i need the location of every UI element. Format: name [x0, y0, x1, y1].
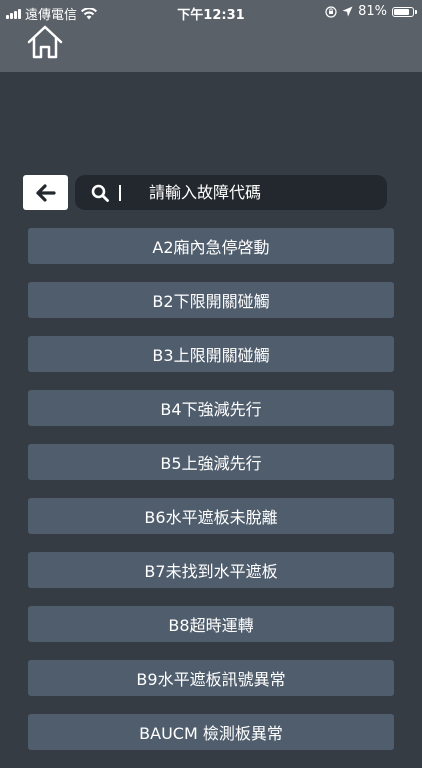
home-icon: [27, 25, 63, 59]
fault-code-item[interactable]: B7未找到水平遮板: [28, 552, 394, 588]
search-box[interactable]: [75, 175, 387, 210]
fault-code-list: A2廂內急停啓動 B2下限開關碰觸 B3上限開關碰觸 B4下強減先行 B5上強減先行 B6…: [28, 228, 394, 768]
search-icon: [91, 184, 109, 202]
search-input[interactable]: [149, 183, 369, 202]
fault-code-item[interactable]: B3上限開關碰觸: [28, 336, 394, 372]
fault-code-item[interactable]: B6水平遮板未脫離: [28, 498, 394, 534]
fault-code-item[interactable]: B4下強減先行: [28, 390, 394, 426]
location-arrow-icon: [342, 6, 353, 17]
battery-icon: [392, 6, 417, 17]
fault-code-item[interactable]: BAUCM 檢測板異常: [28, 714, 394, 750]
battery-level: [394, 8, 409, 15]
arrow-left-icon: [35, 183, 56, 202]
fault-code-item[interactable]: B9水平遮板訊號異常: [28, 660, 394, 696]
battery-percent: 81%: [358, 4, 387, 19]
fault-code-item[interactable]: B2下限開關碰觸: [28, 282, 394, 318]
fault-code-item[interactable]: B5上強減先行: [28, 444, 394, 480]
fault-code-item[interactable]: B8超時運轉: [28, 606, 394, 642]
status-right: 81%: [325, 4, 417, 19]
text-cursor: [119, 184, 121, 201]
fault-code-item[interactable]: A2廂內急停啓動: [28, 228, 394, 264]
status-bar: 遠傳電信 下午12:31 81%: [0, 0, 422, 24]
orientation-lock-icon: [325, 5, 337, 18]
home-button[interactable]: [26, 24, 64, 60]
back-button[interactable]: [23, 175, 68, 210]
